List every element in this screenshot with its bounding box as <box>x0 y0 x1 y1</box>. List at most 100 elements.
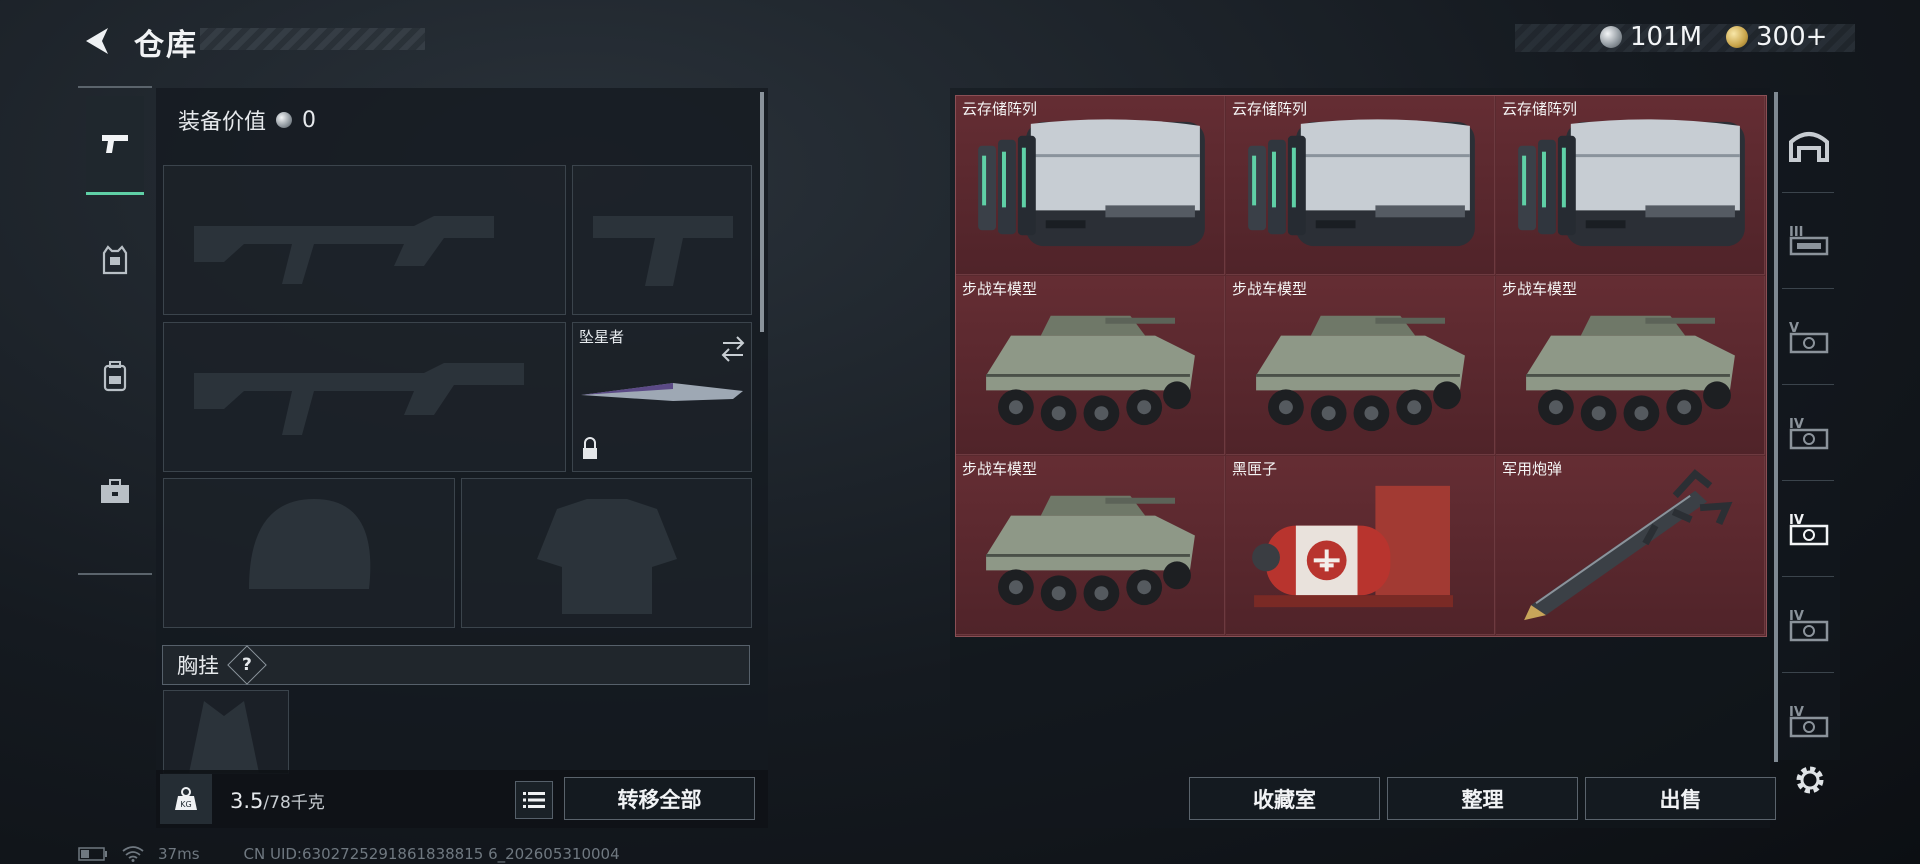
storage-item-name: 云存储阵列 <box>1502 100 1578 118</box>
collection-room-button[interactable]: 收藏室 <box>1189 777 1380 820</box>
chest-rig-silhouette-icon <box>189 701 259 773</box>
rail-divider <box>1782 192 1834 193</box>
rail-tier-iv-case[interactable]: IV <box>1785 408 1833 456</box>
carry-weight: 3.5/78千克 <box>230 788 325 813</box>
storage-item-ifv[interactable]: 步战车模型 <box>1496 276 1765 455</box>
pistol-silhouette-icon <box>593 216 733 286</box>
tab-backpack[interactable] <box>86 328 144 424</box>
storage-item-name: 云存储阵列 <box>962 100 1038 118</box>
tier-iv-case-icon: IV <box>1789 609 1829 642</box>
equipment-value-amount: 0 <box>302 107 317 133</box>
ifv-icon <box>1526 315 1735 432</box>
blackbox-icon <box>1252 485 1453 608</box>
page-title: 仓库 <box>134 28 198 63</box>
pistol-icon <box>102 135 128 153</box>
rifle-silhouette-icon <box>194 216 494 284</box>
storage-item-name: 军用炮弹 <box>1502 460 1563 478</box>
melee-slot[interactable]: 坠星者 <box>572 322 752 472</box>
rail-divider <box>1782 480 1834 481</box>
silver-amount: 101M <box>1630 22 1703 52</box>
list-icon <box>523 792 545 808</box>
tier-iv-case-icon: IV <box>1789 417 1829 450</box>
storage-item-missile[interactable]: 军用炮弹 <box>1496 456 1765 635</box>
storage-item-ifv[interactable]: 步战车模型 <box>956 456 1225 635</box>
primary-weapon-slot[interactable] <box>163 165 566 315</box>
loadout-scrollbar[interactable] <box>760 92 764 332</box>
storage-item-name: 步战车模型 <box>1232 280 1308 298</box>
server-icon <box>978 119 1205 247</box>
transfer-all-button[interactable]: 转移全部 <box>564 777 755 820</box>
rifle-silhouette-icon <box>194 363 524 435</box>
armor-silhouette-icon <box>537 499 677 614</box>
knife-icon <box>581 336 745 459</box>
gold-coin-icon <box>1726 26 1748 48</box>
storage-item-name: 步战车模型 <box>962 460 1038 478</box>
silver-coin-icon <box>276 112 293 128</box>
ifv-icon <box>986 495 1195 612</box>
chest-rig-slot[interactable] <box>163 690 289 774</box>
uid-text: CN UID:6302725291861838815 6_20260531000… <box>243 845 620 863</box>
chest-rig-header: 胸挂 ? <box>162 645 750 685</box>
storage-item-name: 步战车模型 <box>962 280 1038 298</box>
storage-item-ifv[interactable]: 步战车模型 <box>956 276 1225 455</box>
help-icon[interactable]: ? <box>227 645 267 685</box>
rail-divider <box>1782 672 1834 673</box>
battery-icon <box>78 847 107 861</box>
ping-text: 37ms <box>158 845 200 863</box>
tier-iv-case-active-icon: IV <box>1789 513 1829 546</box>
ifv-icon <box>986 315 1195 432</box>
tab-weapons[interactable] <box>86 96 144 195</box>
tier-iv-case-icon: IV <box>1789 705 1829 738</box>
storage-item-ifv[interactable]: 步战车模型 <box>1226 276 1495 455</box>
tab-cases[interactable] <box>86 444 144 540</box>
vest-icon <box>102 245 128 275</box>
toolbox-icon <box>101 479 129 503</box>
storage-item-name: 云存储阵列 <box>1232 100 1308 118</box>
weight-max: /78千克 <box>263 793 325 813</box>
helmet-silhouette-icon <box>249 499 371 589</box>
rail-tier-iii-case[interactable]: III <box>1785 216 1833 264</box>
secondary-weapon-slot[interactable] <box>163 322 566 472</box>
rail-tier-iv-case[interactable]: IV <box>1785 600 1833 648</box>
rail-divider <box>1782 576 1834 577</box>
rail-tier-iv-case-active[interactable]: IV <box>1785 504 1833 552</box>
settings-gear-icon[interactable] <box>1792 762 1828 798</box>
storage-item-server[interactable]: 云存储阵列 <box>1496 96 1765 275</box>
tier-v-case-icon: V <box>1789 321 1829 354</box>
sort-button[interactable]: 整理 <box>1387 777 1578 820</box>
ifv-icon <box>1256 315 1465 432</box>
server-icon <box>1518 119 1745 247</box>
equipment-value-label: 装备价值 <box>178 110 267 135</box>
storage-item-name: 步战车模型 <box>1502 280 1578 298</box>
tier-iii-case-icon: III <box>1789 225 1829 256</box>
weight-icon: KG <box>175 787 197 810</box>
storage-item-server[interactable]: 云存储阵列 <box>1226 96 1495 275</box>
silver-currency[interactable]: 101M <box>1600 22 1702 52</box>
bunker-icon <box>1789 132 1829 162</box>
list-view-button[interactable] <box>515 781 553 819</box>
back-arrow-icon[interactable] <box>80 24 114 58</box>
weight-button[interactable]: KG <box>160 774 212 824</box>
title-decoration <box>200 28 425 50</box>
backpack-icon <box>103 361 127 392</box>
rail-bunker[interactable] <box>1785 120 1833 168</box>
wifi-icon <box>122 846 144 862</box>
helmet-slot[interactable] <box>163 478 455 628</box>
rail-divider <box>1782 384 1834 385</box>
body-armor-slot[interactable] <box>461 478 752 628</box>
storage-grid: 云存储阵列 云存储阵列 云存储阵列 步战车模型 步战车模型 步战车模型 步战车模型 黑匣子 军用… <box>955 95 1767 637</box>
server-icon <box>1248 119 1475 247</box>
storage-item-blackbox[interactable]: 黑匣子 <box>1226 456 1495 635</box>
rail-tier-v-case[interactable]: V <box>1785 312 1833 360</box>
silver-coin-icon <box>1600 26 1622 48</box>
sidearm-slot[interactable] <box>572 165 752 315</box>
storage-item-server[interactable]: 云存储阵列 <box>956 96 1225 275</box>
tab-armor[interactable] <box>86 212 144 308</box>
gold-currency[interactable]: 300+ <box>1726 22 1827 52</box>
gold-amount: 300+ <box>1756 22 1828 52</box>
rail-tier-iv-case[interactable]: IV <box>1785 696 1833 744</box>
rail-divider <box>1782 288 1834 289</box>
equipment-value: 装备价值 0 <box>178 104 316 136</box>
storage-item-name: 黑匣子 <box>1232 460 1278 478</box>
sell-button[interactable]: 出售 <box>1585 777 1776 820</box>
